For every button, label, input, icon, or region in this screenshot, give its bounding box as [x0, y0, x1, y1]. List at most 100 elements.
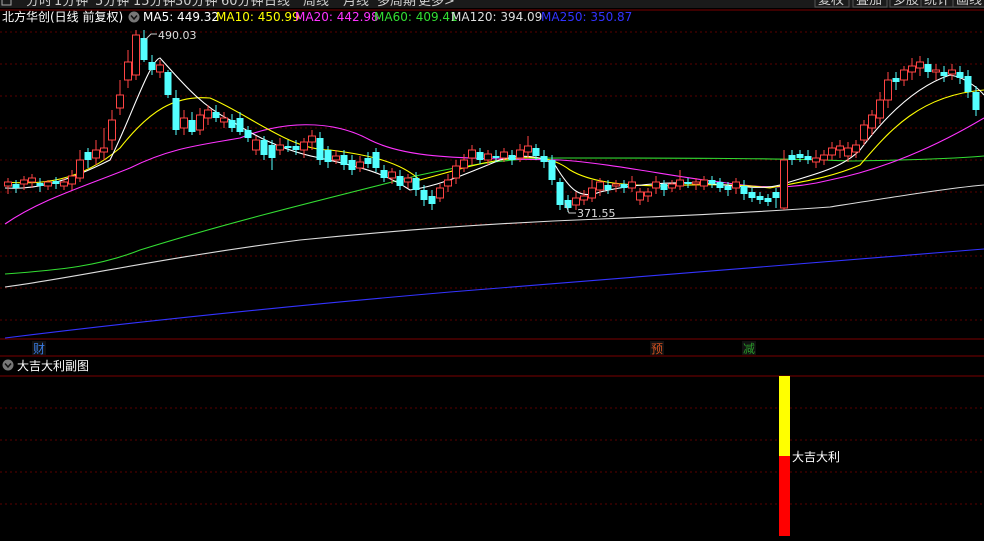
candle-body-37[interactable] [300, 141, 308, 151]
candle-body-78[interactable] [628, 181, 636, 189]
candle-body-24[interactable] [196, 114, 204, 131]
candle-body-34[interactable] [276, 144, 284, 151]
candle-body-6[interactable] [52, 181, 60, 184]
candle-body-103[interactable] [828, 147, 836, 156]
candle-body-109[interactable] [876, 99, 884, 119]
candle-body-9[interactable] [76, 159, 84, 179]
candle-body-33[interactable] [268, 145, 276, 158]
candle-body-119[interactable] [956, 72, 964, 78]
candle-body-112[interactable] [900, 69, 908, 81]
candle-body-12[interactable] [100, 147, 108, 153]
candle-body-31[interactable] [252, 139, 260, 151]
candle-body-105[interactable] [844, 147, 852, 157]
candle-body-18[interactable] [148, 62, 156, 70]
candle-body-77[interactable] [620, 184, 628, 188]
candle-body-41[interactable] [332, 155, 340, 161]
candle-body-20[interactable] [164, 72, 172, 95]
candle-body-99[interactable] [796, 154, 804, 158]
candle-body-53[interactable] [428, 196, 436, 204]
candle-body-82[interactable] [660, 184, 668, 190]
candle-body-55[interactable] [444, 179, 452, 187]
candle-body-94[interactable] [756, 196, 764, 200]
candle-body-113[interactable] [908, 65, 916, 73]
candle-body-101[interactable] [812, 157, 820, 163]
candle-body-92[interactable] [740, 186, 748, 194]
event-markers[interactable]: 财预减 [32, 341, 756, 356]
period-tab-3[interactable]: 15分钟 [133, 0, 176, 9]
indicator-dropdown-icon[interactable] [2, 359, 14, 371]
candle-body-28[interactable] [228, 120, 236, 128]
candle-body-3[interactable] [28, 177, 36, 183]
candle-body-44[interactable] [356, 161, 364, 169]
candle-body-35[interactable] [284, 146, 292, 148]
candle-body-32[interactable] [260, 140, 268, 155]
period-tab-5[interactable]: 60分钟 [221, 0, 264, 9]
toolbar-button-0[interactable]: 复权 [818, 0, 844, 8]
candle-body-80[interactable] [644, 191, 652, 197]
candle-body-88[interactable] [708, 180, 716, 184]
candle-body-81[interactable] [652, 181, 660, 189]
candle-body-64[interactable] [516, 149, 524, 159]
candle-body-115[interactable] [924, 64, 932, 72]
candle-body-27[interactable] [220, 117, 228, 123]
period-tab-10[interactable]: 更多> [418, 0, 455, 9]
candle-body-65[interactable] [524, 145, 532, 153]
candle-body-117[interactable] [940, 72, 948, 76]
candle-body-89[interactable] [716, 182, 724, 188]
event-marker-1[interactable]: 预 [651, 342, 663, 356]
candle-body-4[interactable] [36, 183, 44, 186]
period-tab-2[interactable]: 5分钟 [95, 0, 129, 9]
candle-body-17[interactable] [140, 38, 148, 60]
period-tab-8[interactable]: 月线 [343, 0, 369, 9]
candle-body-48[interactable] [388, 171, 396, 179]
candle-body-67[interactable] [540, 156, 548, 162]
toolbar-button-2[interactable]: 多股 [893, 0, 919, 8]
period-tab-7[interactable]: 周线 [303, 0, 329, 9]
candle-body-49[interactable] [396, 176, 404, 186]
candle-body-120[interactable] [964, 76, 972, 92]
toolbar-button-1[interactable]: 叠加 [856, 0, 882, 8]
candle-body-30[interactable] [244, 130, 252, 138]
candle-body-29[interactable] [236, 118, 244, 132]
toolbar-button-3[interactable]: 统计 [924, 0, 950, 8]
candle-body-98[interactable] [788, 155, 796, 160]
sub-chart-title[interactable]: 大吉大利副图 [17, 359, 89, 373]
candle-body-62[interactable] [500, 151, 508, 159]
candle-body-45[interactable] [364, 158, 372, 164]
period-tab-4[interactable]: 30分钟 [175, 0, 218, 9]
candle-body-72[interactable] [580, 195, 588, 201]
candle-body-87[interactable] [700, 179, 708, 187]
candle-body-46[interactable] [372, 152, 380, 168]
candle-body-69[interactable] [556, 182, 564, 205]
candle-body-73[interactable] [588, 187, 596, 199]
toolbar-button-4[interactable]: 画线 [956, 0, 982, 8]
event-marker-2[interactable]: 减 [743, 342, 755, 356]
candle-body-106[interactable] [852, 144, 860, 153]
candle-body-5[interactable] [44, 181, 52, 187]
candle-body-116[interactable] [932, 69, 940, 73]
candle-body-16[interactable] [132, 34, 140, 76]
candle-body-61[interactable] [492, 156, 500, 158]
candle-body-121[interactable] [972, 92, 980, 110]
candle-body-21[interactable] [172, 98, 180, 130]
candle-body-95[interactable] [764, 198, 772, 202]
candle-body-108[interactable] [868, 114, 876, 129]
candle-body-68[interactable] [548, 160, 556, 180]
candle-body-104[interactable] [836, 145, 844, 151]
candle-body-100[interactable] [804, 156, 812, 160]
candle-body-79[interactable] [636, 191, 644, 201]
candle-body-110[interactable] [884, 79, 892, 101]
candle-body-96[interactable] [772, 192, 780, 198]
candle-body-51[interactable] [412, 178, 420, 190]
candle-body-36[interactable] [292, 146, 300, 150]
candle-body-47[interactable] [380, 170, 388, 178]
candle-body-11[interactable] [92, 149, 100, 159]
candle-body-8[interactable] [68, 175, 76, 185]
candle-body-0[interactable] [4, 181, 12, 187]
candle-body-90[interactable] [724, 186, 732, 190]
candle-body-84[interactable] [676, 179, 684, 187]
candle-body-76[interactable] [612, 183, 620, 187]
candle-body-107[interactable] [860, 124, 868, 141]
candle-body-60[interactable] [484, 153, 492, 161]
candle-body-38[interactable] [308, 135, 316, 143]
